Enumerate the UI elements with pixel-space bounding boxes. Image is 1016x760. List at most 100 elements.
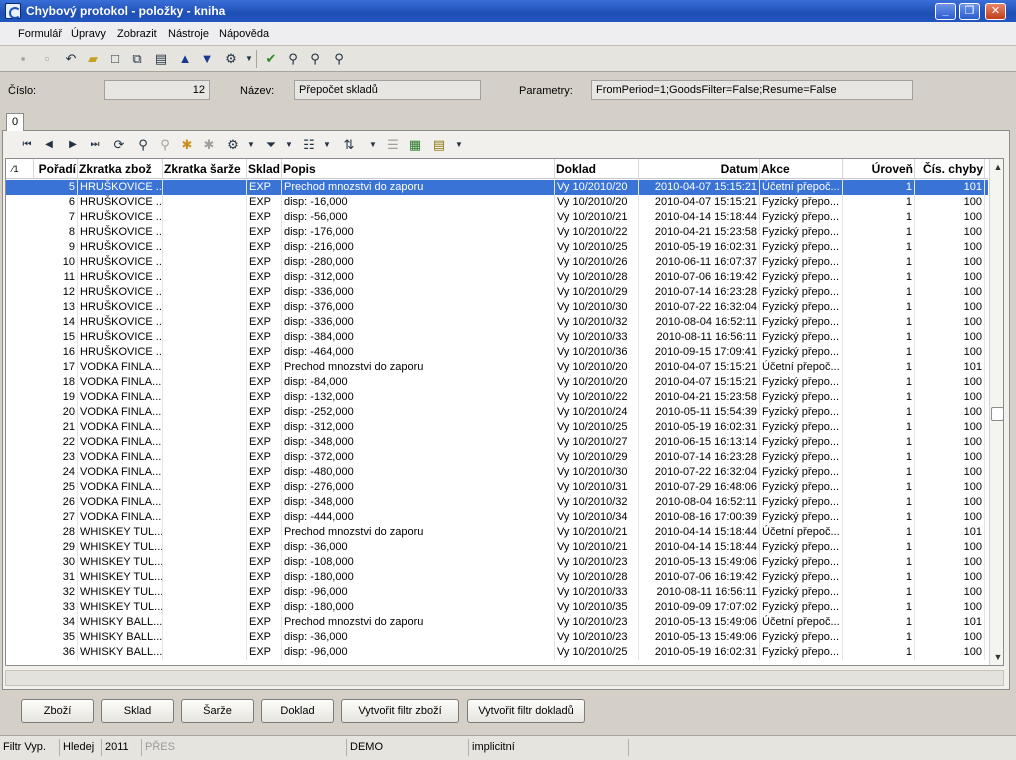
cell-sklad[interactable]: EXP [247, 225, 282, 240]
cell-uroven[interactable]: 1 [843, 450, 915, 465]
cell-popis[interactable]: Prechod mnozstvi do zaporu [282, 615, 555, 630]
cell-zkratka-sarze[interactable] [163, 630, 247, 645]
cell-uroven[interactable]: 1 [843, 240, 915, 255]
cell-datum[interactable]: 2010-04-21 15:23:58 [639, 390, 760, 405]
cell-uroven[interactable]: 1 [843, 645, 915, 660]
cell-popis[interactable]: disp: -376,000 [282, 300, 555, 315]
check-icon[interactable]: ✔ [262, 50, 280, 68]
cell-akce[interactable]: Fyzický přepo... [760, 540, 843, 555]
columns-icon[interactable]: ☷ [300, 136, 318, 154]
cell-datum[interactable]: 2010-08-04 16:52:11 [639, 315, 760, 330]
cell-popis[interactable]: disp: -216,000 [282, 240, 555, 255]
scroll-thumb[interactable] [991, 407, 1003, 421]
filter-dropdown-icon[interactable]: ▼ [280, 136, 298, 154]
cell-popis[interactable]: disp: -348,000 [282, 435, 555, 450]
cell-poradi[interactable]: 10 [34, 255, 78, 270]
cell-uroven[interactable]: 1 [843, 210, 915, 225]
cell-sklad[interactable]: EXP [247, 555, 282, 570]
cell-zkratka-zbozi[interactable]: HRUŠKOVICE ... [78, 300, 163, 315]
cell-sklad[interactable]: EXP [247, 285, 282, 300]
cell-zkratka-zbozi[interactable]: HRUŠKOVICE ... [78, 255, 163, 270]
cell-popis[interactable]: disp: -336,000 [282, 315, 555, 330]
column-header-popis[interactable]: Popis [282, 159, 555, 179]
cell-sklad[interactable]: EXP [247, 480, 282, 495]
cell-popis[interactable]: disp: -372,000 [282, 450, 555, 465]
menu-zobrazit[interactable]: Zobrazit [117, 28, 157, 40]
cell-uroven[interactable]: 1 [843, 390, 915, 405]
table-row[interactable]: 12 HRUŠKOVICE ... EXP disp: -336,000 Vy 10/2… [6, 285, 988, 300]
copy-document-icon[interactable]: ⧉ [128, 50, 146, 68]
cell-sklad[interactable]: EXP [247, 390, 282, 405]
table-row[interactable]: 6 HRUŠKOVICE ... EXP disp: -16,000 Vy 10/201… [6, 195, 988, 210]
cell-popis[interactable]: Prechod mnozstvi do zaporu [282, 525, 555, 540]
cell-uroven[interactable]: 1 [843, 480, 915, 495]
cell-doklad[interactable]: Vy 10/2010/20 [555, 375, 639, 390]
table-row[interactable]: 8 HRUŠKOVICE ... EXP disp: -176,000 Vy 10/20… [6, 225, 988, 240]
cell-zkratka-zbozi[interactable]: HRUŠKOVICE ... [78, 270, 163, 285]
cell-poradi[interactable]: 17 [34, 360, 78, 375]
find-icon[interactable]: ⚲ [284, 50, 302, 68]
cell-cis-chyby[interactable]: 101 [915, 360, 985, 375]
cell-akce[interactable]: Fyzický přepo... [760, 510, 843, 525]
scroll-up-arrow-icon[interactable]: ▲ [990, 159, 1003, 175]
minimize-button[interactable]: _ [935, 3, 956, 20]
cell-cis-chyby[interactable]: 100 [915, 300, 985, 315]
cell-uroven[interactable]: 1 [843, 420, 915, 435]
cell-poradi[interactable]: 5 [34, 180, 78, 195]
cell-popis[interactable]: disp: -176,000 [282, 225, 555, 240]
cell-sklad[interactable]: EXP [247, 540, 282, 555]
cell-uroven[interactable]: 1 [843, 555, 915, 570]
cell-doklad[interactable]: Vy 10/2010/25 [555, 240, 639, 255]
cell-sklad[interactable]: EXP [247, 600, 282, 615]
cell-popis[interactable]: disp: -312,000 [282, 420, 555, 435]
cell-poradi[interactable]: 15 [34, 330, 78, 345]
create-goods-filter-button[interactable]: Vytvořit filtr zboží [341, 699, 459, 723]
table-row[interactable]: 14 HRUŠKOVICE ... EXP disp: -336,000 Vy 10/2… [6, 315, 988, 330]
cell-datum[interactable]: 2010-05-19 16:02:31 [639, 645, 760, 660]
table-row[interactable]: 28 WHISKEY TUL... EXP Prechod mnozstvi do z… [6, 525, 988, 540]
cell-doklad[interactable]: Vy 10/2010/33 [555, 330, 639, 345]
cell-zkratka-sarze[interactable] [163, 255, 247, 270]
column-header-sklad[interactable]: Sklad [247, 159, 282, 179]
cell-popis[interactable]: disp: -280,000 [282, 255, 555, 270]
tab-0[interactable]: 0 [6, 113, 24, 131]
cell-zkratka-zbozi[interactable]: HRUŠKOVICE ... [78, 225, 163, 240]
arrow-down-icon[interactable]: ▼ [198, 50, 216, 68]
cell-uroven[interactable]: 1 [843, 615, 915, 630]
grid-find-next-icon[interactable]: ⚲ [156, 136, 174, 154]
cell-zkratka-zbozi[interactable]: HRUŠKOVICE ... [78, 240, 163, 255]
cell-datum[interactable]: 2010-04-14 15:18:44 [639, 540, 760, 555]
cell-zkratka-sarze[interactable] [163, 315, 247, 330]
cell-datum[interactable]: 2010-05-13 15:49:06 [639, 615, 760, 630]
cell-doklad[interactable]: Vy 10/2010/20 [555, 195, 639, 210]
cell-akce[interactable]: Účetní přepoč... [760, 180, 843, 195]
cell-poradi[interactable]: 35 [34, 630, 78, 645]
cell-sklad[interactable]: EXP [247, 255, 282, 270]
cell-popis[interactable]: Prechod mnozstvi do zaporu [282, 180, 555, 195]
cell-datum[interactable]: 2010-04-07 15:15:21 [639, 375, 760, 390]
cell-akce[interactable]: Účetní přepoč... [760, 615, 843, 630]
cell-akce[interactable]: Účetní přepoč... [760, 360, 843, 375]
unmark-icon[interactable]: ✱ [200, 136, 218, 154]
cell-doklad[interactable]: Vy 10/2010/24 [555, 405, 639, 420]
cell-poradi[interactable]: 27 [34, 510, 78, 525]
cell-doklad[interactable]: Vy 10/2010/28 [555, 270, 639, 285]
cell-akce[interactable]: Fyzický přepo... [760, 210, 843, 225]
cell-poradi[interactable]: 20 [34, 405, 78, 420]
cell-sklad[interactable]: EXP [247, 570, 282, 585]
cell-poradi[interactable]: 34 [34, 615, 78, 630]
cell-datum[interactable]: 2010-04-14 15:18:44 [639, 525, 760, 540]
column-header-zkratka-sarze[interactable]: Zkratka šarže [163, 159, 247, 179]
cell-uroven[interactable]: 1 [843, 405, 915, 420]
cell-sklad[interactable]: EXP [247, 375, 282, 390]
cell-datum[interactable]: 2010-07-22 16:32:04 [639, 465, 760, 480]
find-options-icon[interactable]: ⚲ [330, 50, 348, 68]
cell-doklad[interactable]: Vy 10/2010/29 [555, 450, 639, 465]
cell-popis[interactable]: disp: -252,000 [282, 405, 555, 420]
cell-poradi[interactable]: 24 [34, 465, 78, 480]
table-row[interactable]: 36 WHISKY BALL... EXP disp: -96,000 Vy 10/20… [6, 645, 988, 660]
cell-doklad[interactable]: Vy 10/2010/29 [555, 285, 639, 300]
cell-cis-chyby[interactable]: 100 [915, 600, 985, 615]
cell-akce[interactable]: Fyzický přepo... [760, 570, 843, 585]
cell-doklad[interactable]: Vy 10/2010/25 [555, 420, 639, 435]
